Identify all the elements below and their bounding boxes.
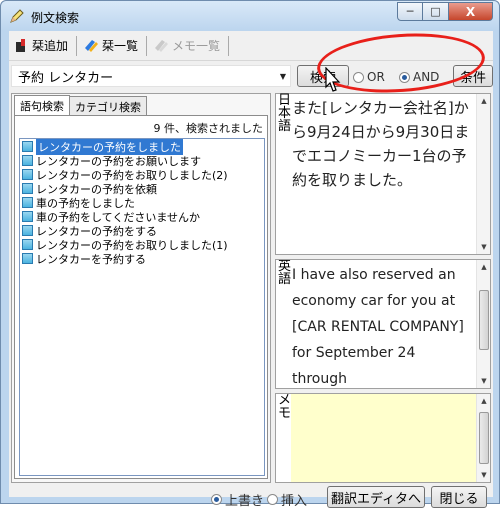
add-bookmark-label: 栞追加	[32, 39, 69, 53]
minimize-icon: ─	[406, 5, 414, 18]
search-combobox[interactable]: 予約 レンタカー ▼	[11, 65, 291, 87]
window-controls: ─ □ X	[397, 2, 493, 22]
scroll-up-icon[interactable]: ▲	[477, 94, 491, 108]
bookmark-list-icon	[85, 39, 99, 52]
bookmark-add-icon	[16, 38, 25, 52]
japanese-panel: 日本語 また[レンタカー会社名]から9月24日から9月30日までエコノミーカー1…	[275, 93, 491, 255]
memo-label: メモ	[278, 394, 291, 482]
bookmark-list-button[interactable]: 栞一覧	[79, 35, 144, 57]
document-icon	[22, 239, 33, 250]
list-item[interactable]: 車の予約をしました	[20, 196, 264, 210]
english-scrollbar[interactable]: ▲ ▼	[476, 260, 490, 388]
or-option[interactable]: OR	[353, 70, 385, 84]
or-label: OR	[367, 70, 385, 84]
english-text[interactable]: I have also reserved an economy car for …	[292, 262, 474, 388]
toolbar-separator	[228, 35, 230, 56]
close-icon: X	[465, 4, 476, 19]
japanese-label: 日本語	[278, 93, 292, 134]
memo-list-icon	[155, 39, 169, 52]
list-item-label: レンタカーを予約する	[36, 252, 146, 266]
conditions-button[interactable]: 条件	[453, 65, 493, 87]
and-option[interactable]: AND	[399, 70, 439, 84]
memo-scrollbar[interactable]: ▲ ▼	[476, 394, 490, 482]
overwrite-option[interactable]: 上書き	[211, 490, 264, 509]
search-tabs: 語句検索 カテゴリ検索	[14, 95, 147, 116]
memo-text[interactable]	[291, 394, 476, 482]
result-count: 9 件、検索されました	[153, 122, 264, 135]
close-window-button[interactable]: X	[449, 2, 493, 21]
toolbar-separator	[76, 35, 78, 56]
list-item[interactable]: レンタカーの予約をする	[20, 224, 264, 238]
minimize-button[interactable]: ─	[397, 2, 423, 21]
results-list[interactable]: レンタカーの予約をしました レンタカーの予約をお願いします レンタカーの予約をお取り…	[19, 138, 265, 476]
tab-content: 9 件、検索されました レンタカーの予約をしました レンタカーの予約をお願いします…	[14, 115, 268, 479]
list-item[interactable]: 車の予約をしてくださいませんか	[20, 210, 264, 224]
list-item[interactable]: レンタカーの予約をお取りしました(2)	[20, 168, 264, 182]
document-icon	[22, 211, 33, 222]
list-item[interactable]: レンタカーの予約をお願いします	[20, 154, 264, 168]
scroll-up-icon[interactable]: ▲	[477, 260, 490, 274]
english-panel: 英語 I have also reserved an economy car f…	[275, 259, 491, 389]
japanese-text[interactable]: また[レンタカー会社名]から9月24日から9月30日までエコノミーカー1台の予約…	[292, 96, 474, 192]
insert-label: 挿入	[281, 494, 308, 509]
list-item[interactable]: レンタカーを予約する	[20, 252, 264, 266]
document-icon	[22, 169, 33, 180]
window: 例文検索 ─ □ X 栞追加 栞一覧 メモ一覧 予約 レンタカー ▼ 検索 OR…	[0, 0, 500, 509]
results-panel: 語句検索 カテゴリ検索 9 件、検索されました レンタカーの予約をしました レンタカ…	[11, 93, 271, 483]
japanese-scrollbar[interactable]: ▲ ▼	[476, 94, 490, 254]
search-row: 予約 レンタカー ▼ 検索 OR AND 条件	[9, 63, 493, 89]
client-area: 栞追加 栞一覧 メモ一覧 予約 レンタカー ▼ 検索 OR AND 条件 語句検…	[9, 31, 493, 509]
tab-phrase-search[interactable]: 語句検索	[14, 95, 70, 116]
document-icon	[22, 141, 33, 152]
toolbar: 栞追加 栞一覧 メモ一覧	[9, 31, 493, 61]
overwrite-radio[interactable]	[211, 494, 222, 505]
and-label: AND	[413, 70, 440, 84]
window-title: 例文検索	[31, 11, 80, 25]
toolbar-separator	[146, 35, 148, 56]
memo-list-button[interactable]: メモ一覧	[149, 35, 226, 57]
bottom-bar: 上書き 挿入 翻訳エディタへ 閉じる	[9, 471, 493, 509]
pencil-app-icon	[10, 9, 24, 23]
document-icon	[22, 197, 33, 208]
bookmark-list-label: 栞一覧	[102, 39, 139, 53]
english-label: 英語	[278, 259, 292, 287]
memo-panel: メモ ▲ ▼	[275, 393, 491, 483]
scroll-up-icon[interactable]: ▲	[477, 394, 491, 408]
close-button[interactable]: 閉じる	[431, 486, 487, 508]
memo-list-label: メモ一覧	[172, 39, 221, 53]
insert-option[interactable]: 挿入	[267, 490, 307, 509]
insert-radio[interactable]	[267, 494, 278, 505]
list-item[interactable]: レンタカーの予約をしました	[20, 138, 264, 155]
title-bar[interactable]: 例文検索 ─ □ X	[1, 1, 499, 31]
mouse-cursor-icon	[325, 67, 341, 92]
or-radio[interactable]	[353, 71, 364, 83]
tab-category-search[interactable]: カテゴリ検索	[69, 96, 147, 116]
add-bookmark-button[interactable]: 栞追加	[9, 35, 74, 57]
search-input[interactable]: 予約 レンタカー	[12, 67, 276, 86]
maximize-icon: □	[430, 5, 441, 18]
maximize-button[interactable]: □	[423, 2, 449, 21]
list-item[interactable]: レンタカーの予約を依頼	[20, 182, 264, 196]
scroll-thumb[interactable]	[479, 290, 489, 350]
and-radio[interactable]	[399, 71, 410, 83]
list-item[interactable]: レンタカーの予約をお取りしました(1)	[20, 238, 264, 252]
scroll-down-icon[interactable]: ▼	[477, 240, 491, 254]
to-editor-button[interactable]: 翻訳エディタへ	[327, 486, 425, 508]
scroll-down-icon[interactable]: ▼	[477, 374, 490, 388]
chevron-down-icon[interactable]: ▼	[276, 72, 290, 81]
scroll-thumb[interactable]	[479, 412, 489, 464]
conditions-button-label: 条件	[459, 70, 486, 86]
document-icon	[22, 183, 33, 194]
document-icon	[22, 155, 33, 166]
overwrite-label: 上書き	[225, 494, 265, 509]
document-icon	[22, 253, 33, 264]
document-icon	[22, 225, 33, 236]
